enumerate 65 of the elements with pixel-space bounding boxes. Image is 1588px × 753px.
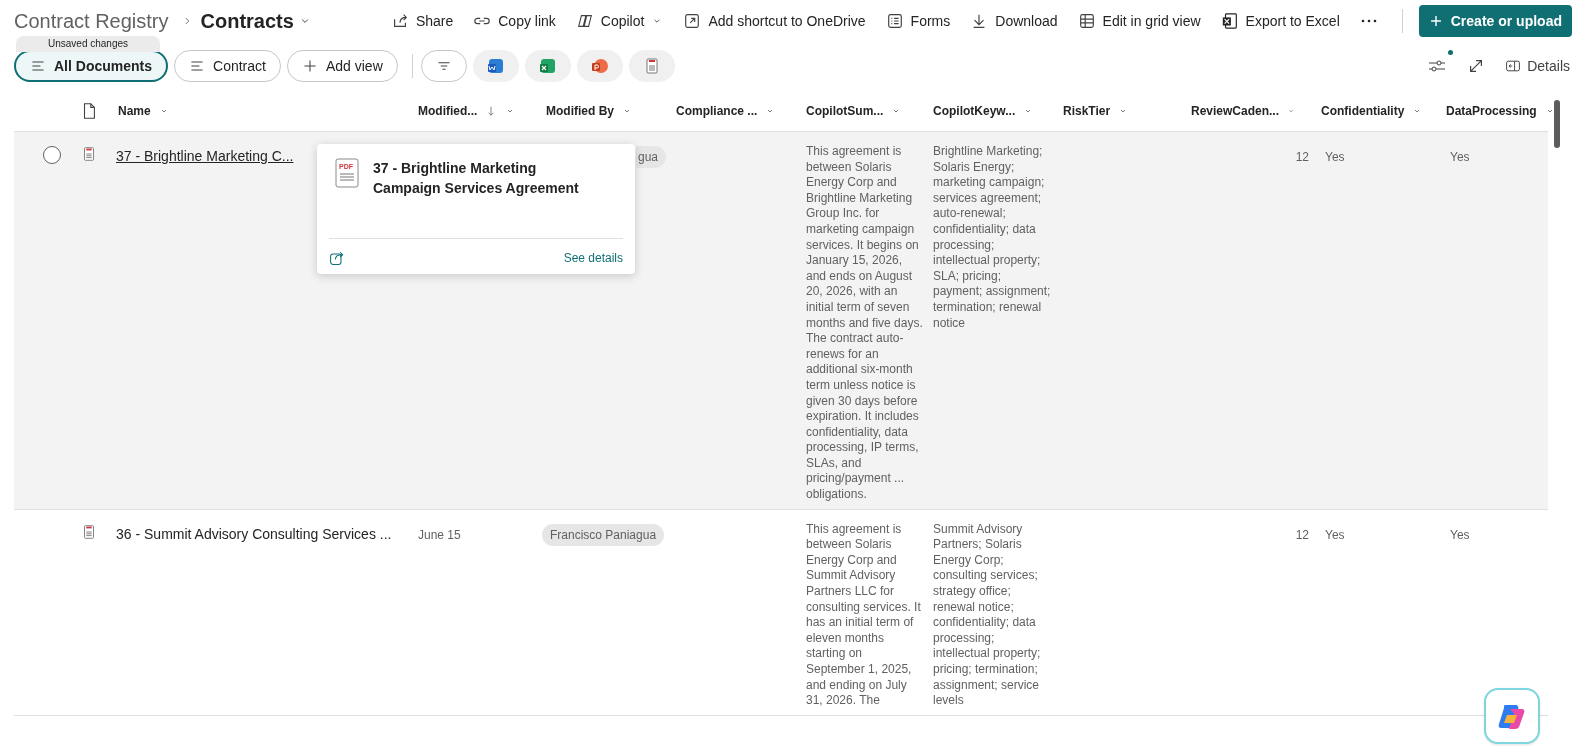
excel-icon [1220, 12, 1239, 30]
arrow-box-icon [683, 12, 702, 30]
scrollbar-thumb[interactable] [1554, 100, 1560, 148]
confidentiality-value: Yes [1325, 150, 1345, 164]
person-pill[interactable]: Francisco Paniagua [542, 523, 665, 546]
word-icon [485, 56, 506, 76]
command-button[interactable]: Forms [885, 10, 951, 32]
more-button[interactable] [1359, 18, 1378, 24]
keywords-text: Summit Advisory Partners; Solaris Energy Corp; consulting services; strategy office; renewal notice; confidentiality; data processing; intellectual property; pricing; termination; assignment; service levels [933, 521, 1042, 709]
summary-text: This agreement is between Solaris Energy Corp and Brightline Marketing Group Inc. for marketing campaign services. It begins on January 15, 2026, and ends on August 20, 2026, with an initial term of seven months and five days. The contract auto-renews for an additional six-month term unless notice is given 30 days before expiration. It includes confidentiality, data processing, IP terms, SLAs, and pricing/payment ... obligations. [806, 144, 923, 503]
column-header[interactable]: DataProcessing [1438, 101, 1555, 120]
column-header[interactable]: ReviewCaden... [1183, 101, 1313, 120]
view-tab[interactable]: All Documents [14, 50, 168, 82]
create-upload-button[interactable]: Create or upload [1418, 5, 1572, 37]
command-button[interactable]: Copilot [575, 10, 664, 32]
excel-icon [537, 56, 558, 76]
column-header[interactable]: Compliance ... [668, 101, 776, 120]
command-button[interactable]: Share [390, 10, 454, 32]
column-header[interactable]: CopilotSum... [798, 101, 902, 120]
modified-date: June 15 [418, 527, 461, 542]
see-details-link[interactable]: See details [563, 249, 623, 267]
lines-icon [30, 58, 46, 74]
file-type-filter[interactable] [576, 50, 623, 82]
powerpoint-icon [589, 56, 610, 76]
review-cadence-value: 12 [1295, 150, 1309, 164]
plus-icon [301, 58, 318, 74]
summary-text: This agreement is between Solaris Energy Corp and Summit Advisory Partners LLC for consulting services. It has an initial term of eleven months starting on September 1, 2025, and ending on July 31, 2026. The [806, 521, 922, 709]
file-name-link[interactable]: 36 - Summit Advisory Consulting Services ... [116, 525, 392, 542]
column-header[interactable]: Modified... [410, 101, 516, 120]
confidentiality-value: Yes [1325, 527, 1345, 542]
share-icon [329, 250, 345, 266]
view-tab[interactable]: Add view [286, 50, 398, 82]
hover-card-title: 37 - Brightline Marketing Campaign Services Agreement [373, 159, 580, 198]
command-button[interactable]: Copy link [473, 10, 556, 32]
table-icon [1077, 12, 1096, 30]
data-processing-value: Yes [1450, 527, 1470, 542]
row-checkbox[interactable] [43, 146, 61, 164]
unsaved-changes-badge: Unsaved changes [16, 36, 160, 52]
more-icon [1359, 18, 1378, 24]
column-header[interactable]: RiskTier [1055, 101, 1129, 120]
command-button[interactable]: Export to Excel [1220, 10, 1340, 32]
site-title[interactable]: Contract Registry [14, 6, 169, 36]
file-name-link[interactable]: 37 - Brightline Marketing C... [116, 148, 294, 164]
command-button[interactable]: Edit in grid view [1077, 10, 1201, 32]
column-header[interactable]: Modified By [538, 101, 632, 120]
library-title[interactable]: Contracts [200, 6, 312, 36]
details-button[interactable]: Details [1505, 55, 1570, 77]
command-button[interactable]: Download [970, 10, 1058, 32]
copilot-button[interactable] [1484, 688, 1540, 744]
command-button[interactable]: Add shortcut to OneDrive [683, 10, 866, 32]
column-header[interactable]: Name [110, 101, 169, 120]
file-type-filter[interactable] [472, 50, 519, 82]
column-header[interactable]: CopilotKeyw... [925, 101, 1034, 120]
review-cadence-value: 12 [1295, 527, 1309, 542]
data-processing-value: Yes [1450, 150, 1470, 164]
column-header[interactable]: Confidentiality [1313, 101, 1423, 120]
view-tab[interactable]: Contract [174, 50, 281, 82]
lines-icon [189, 58, 205, 74]
keywords-text: Brightline Marketing; Solaris Energy; marketing campaign; services agreement; auto-renewal; confidentiality; data processing; intellectual property; SLA; pricing; payment; assignment; termination; renewal notice [933, 144, 1052, 332]
file-type-filter[interactable] [524, 50, 571, 82]
plus-icon [1428, 14, 1443, 28]
copilot-icon [575, 12, 594, 30]
list-icon [885, 12, 904, 30]
person-pill[interactable]: gua [636, 146, 667, 168]
panel-icon [1505, 58, 1522, 74]
